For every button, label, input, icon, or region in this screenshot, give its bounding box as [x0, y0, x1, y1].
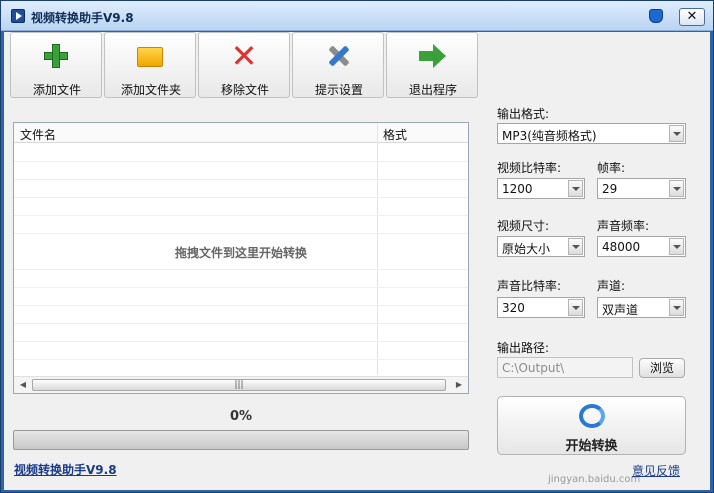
- video-bitrate-label: 视频比特率:: [497, 161, 562, 175]
- plus-icon: [41, 41, 71, 71]
- audio-bitrate-select[interactable]: 320: [497, 297, 585, 318]
- scroll-thumb[interactable]: |||: [32, 379, 446, 391]
- frame-rate-value: 29: [602, 182, 618, 196]
- app-logo-icon: [11, 9, 25, 23]
- scroll-left-icon[interactable]: ◀: [16, 379, 30, 391]
- row-divider: [14, 341, 468, 342]
- video-bitrate-select[interactable]: 1200: [497, 178, 585, 199]
- title-bar[interactable]: 视频转换助手V9.8 ✕: [1, 1, 713, 31]
- browse-button[interactable]: 浏览: [639, 358, 685, 378]
- add-folder-label: 添加文件夹: [120, 83, 181, 97]
- exit-program-label: 退出程序: [408, 83, 457, 97]
- output-path-label: 输出路径:: [497, 341, 550, 355]
- close-button[interactable]: ✕: [679, 8, 705, 26]
- output-path-value: C:\Output\: [502, 361, 565, 375]
- remove-file-label: 移除文件: [220, 83, 269, 97]
- audio-bitrate-value: 320: [502, 301, 525, 315]
- exit-arrow-icon: [417, 41, 447, 71]
- row-divider: [14, 197, 468, 198]
- video-size-select[interactable]: 原始大小: [497, 236, 585, 257]
- chevron-down-icon[interactable]: [669, 299, 684, 316]
- window-title: 视频转换助手V9.8: [31, 11, 134, 25]
- add-file-button[interactable]: 添加文件: [10, 32, 102, 98]
- add-folder-button[interactable]: 添加文件夹: [104, 32, 196, 98]
- add-file-label: 添加文件: [32, 83, 81, 97]
- output-format-value: MP3(纯音频格式): [502, 129, 597, 143]
- chevron-down-icon[interactable]: [568, 299, 583, 316]
- channels-value: 双声道: [602, 303, 639, 317]
- row-divider: [14, 323, 468, 324]
- app-home-link[interactable]: 视频转换助手V9.8: [14, 461, 117, 478]
- main-panel: 添加文件 添加文件夹 ✕ 移除文件 提示设置 退出程序 文件名 格式 拖拽文件到…: [4, 32, 710, 490]
- progress-percent: 0%: [229, 409, 253, 424]
- output-path-field[interactable]: C:\Output\: [497, 357, 633, 378]
- output-format-select[interactable]: MP3(纯音频格式): [497, 123, 686, 144]
- tips-settings-label: 提示设置: [314, 83, 363, 97]
- tools-icon: [323, 41, 353, 71]
- tips-settings-button[interactable]: 提示设置: [292, 32, 384, 98]
- output-format-label: 输出格式:: [497, 107, 550, 121]
- start-convert-button[interactable]: 开始转换: [497, 396, 686, 455]
- row-divider: [14, 359, 468, 360]
- remove-file-button[interactable]: ✕ 移除文件: [198, 32, 290, 98]
- delete-x-icon: ✕: [230, 37, 258, 75]
- file-list[interactable]: 文件名 格式 拖拽文件到这里开始转换 ◀ ||| ▶: [13, 122, 469, 394]
- drop-hint: 拖拽文件到这里开始转换: [174, 246, 307, 260]
- app-window: 视频转换助手V9.8 ✕ 添加文件 添加文件夹 ✕ 移除文件 提示设置 退出程序…: [0, 0, 714, 493]
- chevron-down-icon[interactable]: [669, 125, 684, 142]
- feedback-link[interactable]: 意见反馈: [632, 462, 680, 479]
- video-size-value: 原始大小: [502, 242, 551, 256]
- audio-sample-rate-value: 48000: [602, 240, 641, 254]
- row-divider: [14, 287, 468, 288]
- frame-rate-select[interactable]: 29: [597, 178, 686, 199]
- skin-icon[interactable]: [649, 9, 663, 23]
- row-divider: [14, 305, 468, 306]
- chevron-down-icon[interactable]: [669, 238, 684, 255]
- column-header-format[interactable]: 格式: [383, 126, 407, 143]
- row-divider: [14, 269, 468, 270]
- audio-sample-rate-select[interactable]: 48000: [597, 236, 686, 257]
- column-header-filename[interactable]: 文件名: [20, 126, 56, 143]
- scroll-right-icon[interactable]: ▶: [452, 379, 466, 391]
- row-divider: [14, 215, 468, 216]
- video-bitrate-value: 1200: [502, 182, 533, 196]
- video-size-label: 视频尺寸:: [497, 219, 550, 233]
- chevron-down-icon[interactable]: [568, 180, 583, 197]
- list-header: 文件名 格式: [14, 123, 468, 143]
- audio-bitrate-label: 声音比特率:: [497, 279, 562, 293]
- frame-rate-label: 帧率:: [597, 161, 626, 175]
- progress-bar: [13, 430, 469, 450]
- horizontal-scrollbar[interactable]: ◀ ||| ▶: [14, 376, 468, 393]
- row-divider: [14, 179, 468, 180]
- audio-sample-rate-label: 声音频率:: [597, 219, 650, 233]
- chevron-down-icon[interactable]: [669, 180, 684, 197]
- row-divider: [14, 161, 468, 162]
- channels-select[interactable]: 双声道: [597, 297, 686, 318]
- convert-refresh-icon: [579, 404, 605, 428]
- channels-label: 声道:: [597, 279, 626, 293]
- chevron-down-icon[interactable]: [568, 238, 583, 255]
- start-convert-label: 开始转换: [565, 439, 618, 454]
- row-divider: [14, 233, 468, 234]
- exit-program-button[interactable]: 退出程序: [386, 32, 478, 98]
- folder-icon: [135, 41, 165, 71]
- watermark: jingyan.baidu.com: [548, 474, 641, 485]
